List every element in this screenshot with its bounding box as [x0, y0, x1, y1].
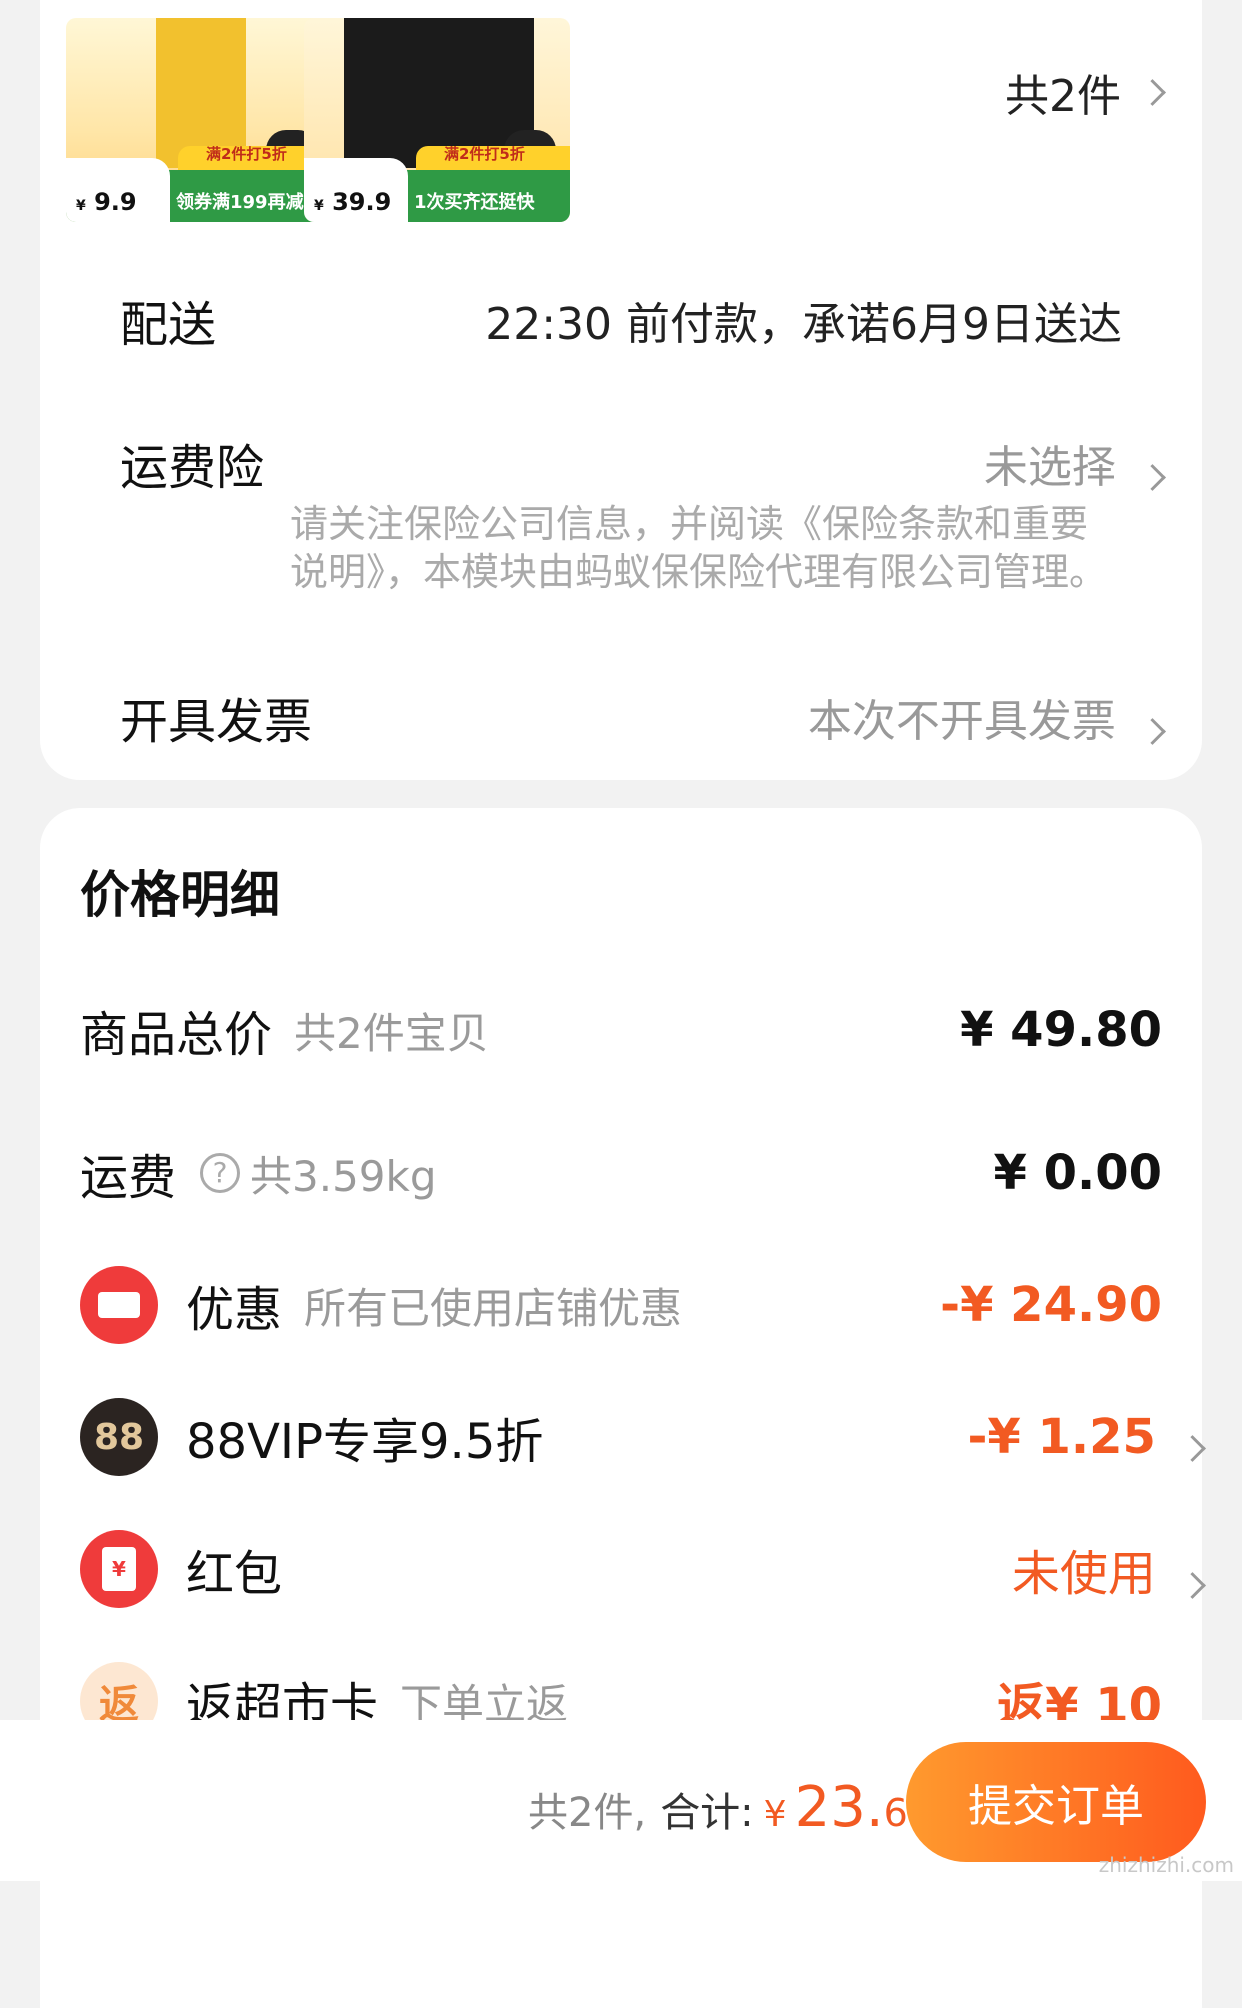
items-count-label: 共2件: [1005, 71, 1121, 122]
items-count-link[interactable]: 共2件: [1005, 60, 1166, 124]
price-value: 39.9: [332, 188, 392, 216]
red-packet-label: 红包: [186, 1546, 283, 1602]
goods-total-sub: 共2件宝贝: [294, 1008, 489, 1058]
watermark: zhizhizhi.com: [1098, 1853, 1234, 1877]
coupon-icon: [80, 1266, 158, 1344]
goods-total-amount: ¥ 49.80: [960, 1002, 1162, 1058]
freight-label: 运费: [80, 1150, 177, 1206]
shipping-insurance-label: 运费险: [120, 440, 265, 496]
invoice-value: 本次不开具发票: [807, 696, 1116, 747]
vip-discount-label: 88VIP专享9.5折: [186, 1414, 544, 1470]
order-total: 共2件, 合计: ¥ 23. 65: [528, 1775, 932, 1840]
invoice-row[interactable]: 开具发票 本次不开具发票: [120, 682, 1166, 752]
vip-discount-amount: -¥ 1.25: [967, 1409, 1156, 1465]
product-price: ¥ 39.9: [314, 188, 391, 216]
discount-sub: 所有已使用店铺优惠: [304, 1283, 683, 1333]
total-amount-integer: 23.: [794, 1775, 884, 1840]
vip-88-icon: 88: [80, 1398, 158, 1476]
freight-weight: 共3.59kg: [250, 1151, 437, 1201]
order-info-card: ¥ 9.9 满2件打5折 领券满199再减25 ¥ 39.9 满2件打5折 1次…: [40, 0, 1202, 780]
shipping-insurance-row[interactable]: 运费险 未选择: [120, 428, 1166, 498]
chevron-right-icon: [1139, 718, 1166, 745]
help-icon[interactable]: ?: [200, 1153, 241, 1193]
red-packet-value: 未使用: [1011, 1546, 1156, 1602]
promo-top-text: 满2件打5折: [206, 145, 287, 163]
freight-amount: ¥ 0.00: [993, 1145, 1162, 1201]
red-packet-row[interactable]: ¥ 红包 未使用: [80, 1530, 1206, 1608]
chevron-right-icon: [1179, 1572, 1206, 1599]
total-count: 共2件,: [528, 1790, 647, 1836]
shipping-insurance-note: 请关注保险公司信息，并阅读《保险条款和重要说明》，本模块由蚂蚁保保险代理有限公司…: [290, 502, 1108, 594]
promo-top-text: 满2件打5折: [444, 145, 525, 163]
delivery-value: 22:30 前付款，承诺6月9日送达: [485, 299, 1122, 350]
shipping-insurance-value: 未选择: [983, 442, 1116, 493]
currency-symbol: ¥: [314, 198, 324, 214]
freight-row: 运费 ? 共3.59kg ¥ 0.00: [80, 1138, 1162, 1208]
chevron-right-icon: [1179, 1435, 1206, 1462]
chevron-right-icon: [1139, 464, 1166, 491]
delivery-row: 配送 22:30 前付款，承诺6月9日送达: [120, 285, 1122, 355]
red-packet-symbol: ¥: [102, 1547, 136, 1591]
goods-total-label: 商品总价: [80, 1007, 273, 1063]
product-price: ¥ 9.9: [76, 188, 137, 216]
price-detail-title: 价格明细: [80, 866, 280, 924]
total-currency: ¥: [763, 1794, 787, 1835]
promo-bottom-text: 1次买齐还挺快: [414, 192, 535, 213]
vip-discount-row[interactable]: 88 88VIP专享9.5折 -¥ 1.25: [80, 1398, 1206, 1476]
product-thumbnail-1[interactable]: ¥ 9.9 满2件打5折 领券满199再减25: [66, 18, 332, 222]
discount-row: 优惠 所有已使用店铺优惠 -¥ 24.90: [80, 1266, 1162, 1344]
goods-total-row: 商品总价 共2件宝贝 ¥ 49.80: [80, 995, 1162, 1065]
discount-amount: -¥ 24.90: [940, 1277, 1162, 1333]
currency-symbol: ¥: [76, 198, 86, 214]
total-label: 合计:: [660, 1790, 754, 1836]
red-packet-icon: ¥: [80, 1530, 158, 1608]
price-value: 9.9: [94, 188, 137, 216]
delivery-label: 配送: [120, 297, 217, 353]
invoice-label: 开具发票: [120, 694, 313, 750]
submit-order-button[interactable]: 提交订单: [906, 1742, 1206, 1862]
discount-label: 优惠: [186, 1282, 283, 1338]
chevron-right-icon: [1139, 78, 1166, 106]
product-thumbnail-2[interactable]: ¥ 39.9 满2件打5折 1次买齐还挺快: [304, 18, 570, 222]
